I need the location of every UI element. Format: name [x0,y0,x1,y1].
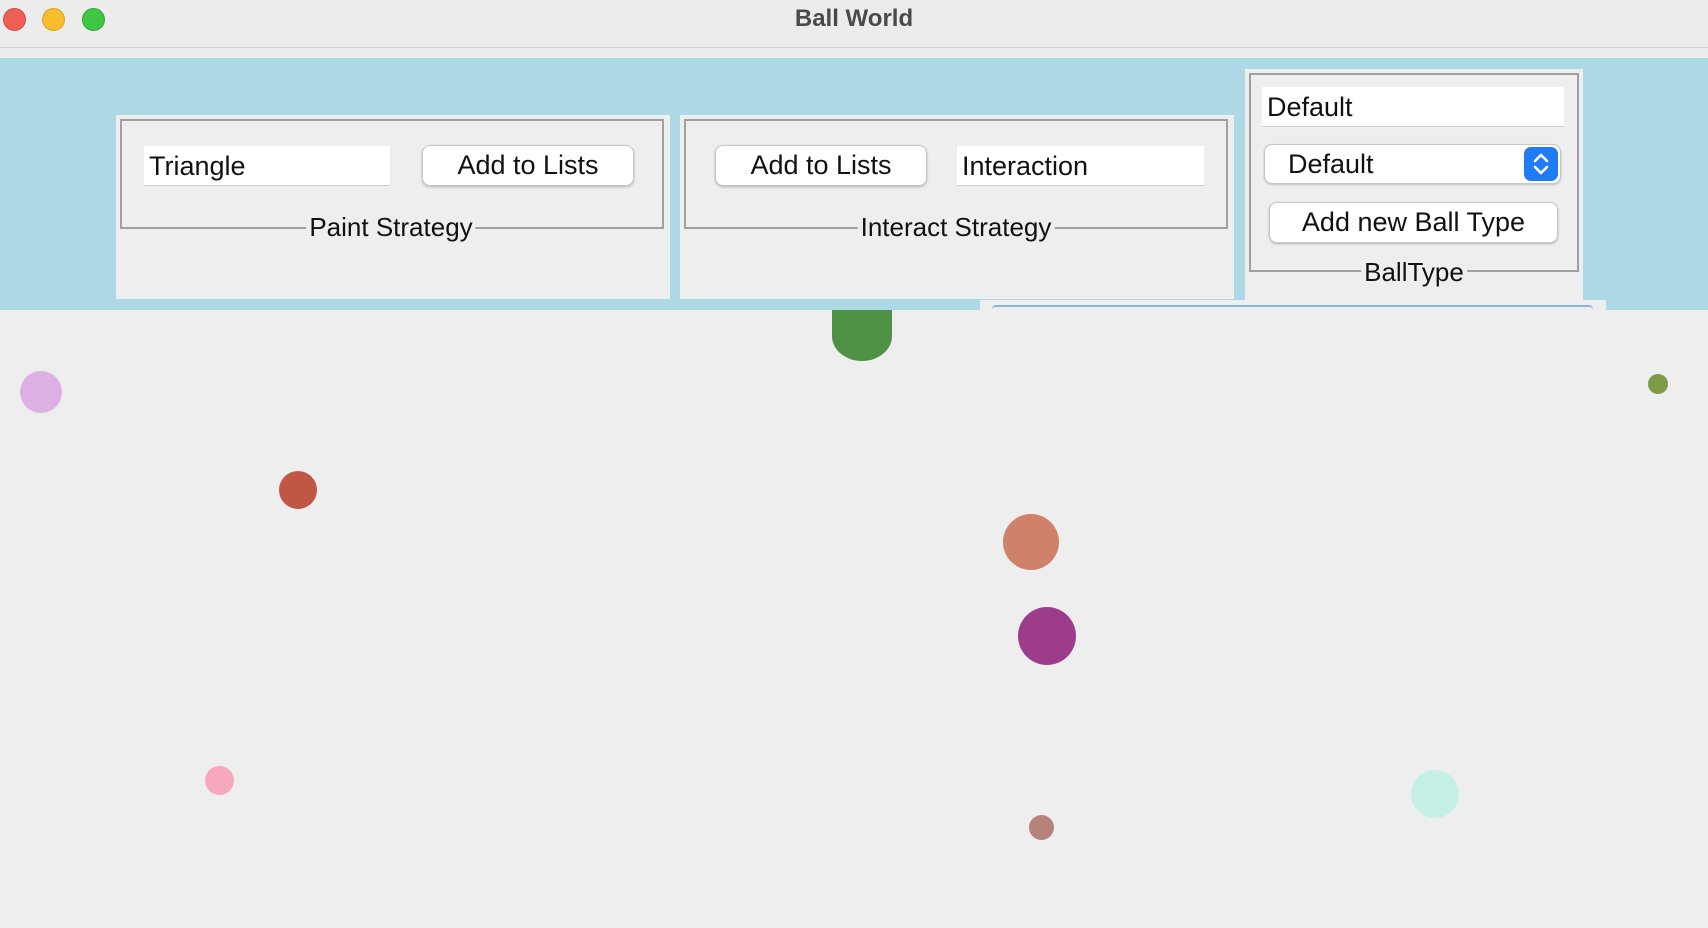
ball-type-group: BallType Default Default Add new Ball Ty… [1245,69,1583,300]
interact-add-to-lists-button[interactable]: Add to Lists [715,145,927,186]
window-titlebar: Ball World [0,0,1708,48]
ball [1018,607,1076,665]
ball-canvas[interactable] [0,310,1708,928]
add-new-ball-type-button[interactable]: Add new Ball Type [1269,202,1558,243]
chevron-up-down-icon[interactable] [1524,147,1558,181]
ball [1411,770,1459,818]
ball [1003,514,1059,570]
ball [832,310,892,361]
interact-strategy-input[interactable]: Interaction [957,146,1204,186]
ball [20,371,62,413]
ball-type-selected-value: Default [1288,149,1374,179]
ball-type-title: BallType [1361,257,1467,287]
ball [205,766,234,795]
window-title: Ball World [794,5,914,32]
ball-type-name-input[interactable]: Default [1262,87,1564,127]
paint-strategy-input[interactable]: Triangle [144,146,390,186]
control-panel: Paint Strategy Triangle Add to Lists Int… [0,58,1708,310]
ball [279,471,317,509]
paint-strategy-title: Paint Strategy [306,212,476,242]
interact-strategy-title: Interact Strategy [857,212,1055,242]
ball [1029,815,1054,840]
interact-strategy-group: Interact Strategy Add to Lists Interacti… [680,115,1234,299]
paint-add-to-lists-button[interactable]: Add to Lists [422,145,634,186]
dropdown-popup-border [992,305,1593,309]
ball [1648,374,1668,394]
ball-type-select[interactable]: Default [1264,144,1561,184]
paint-strategy-group: Paint Strategy Triangle Add to Lists [116,115,670,299]
